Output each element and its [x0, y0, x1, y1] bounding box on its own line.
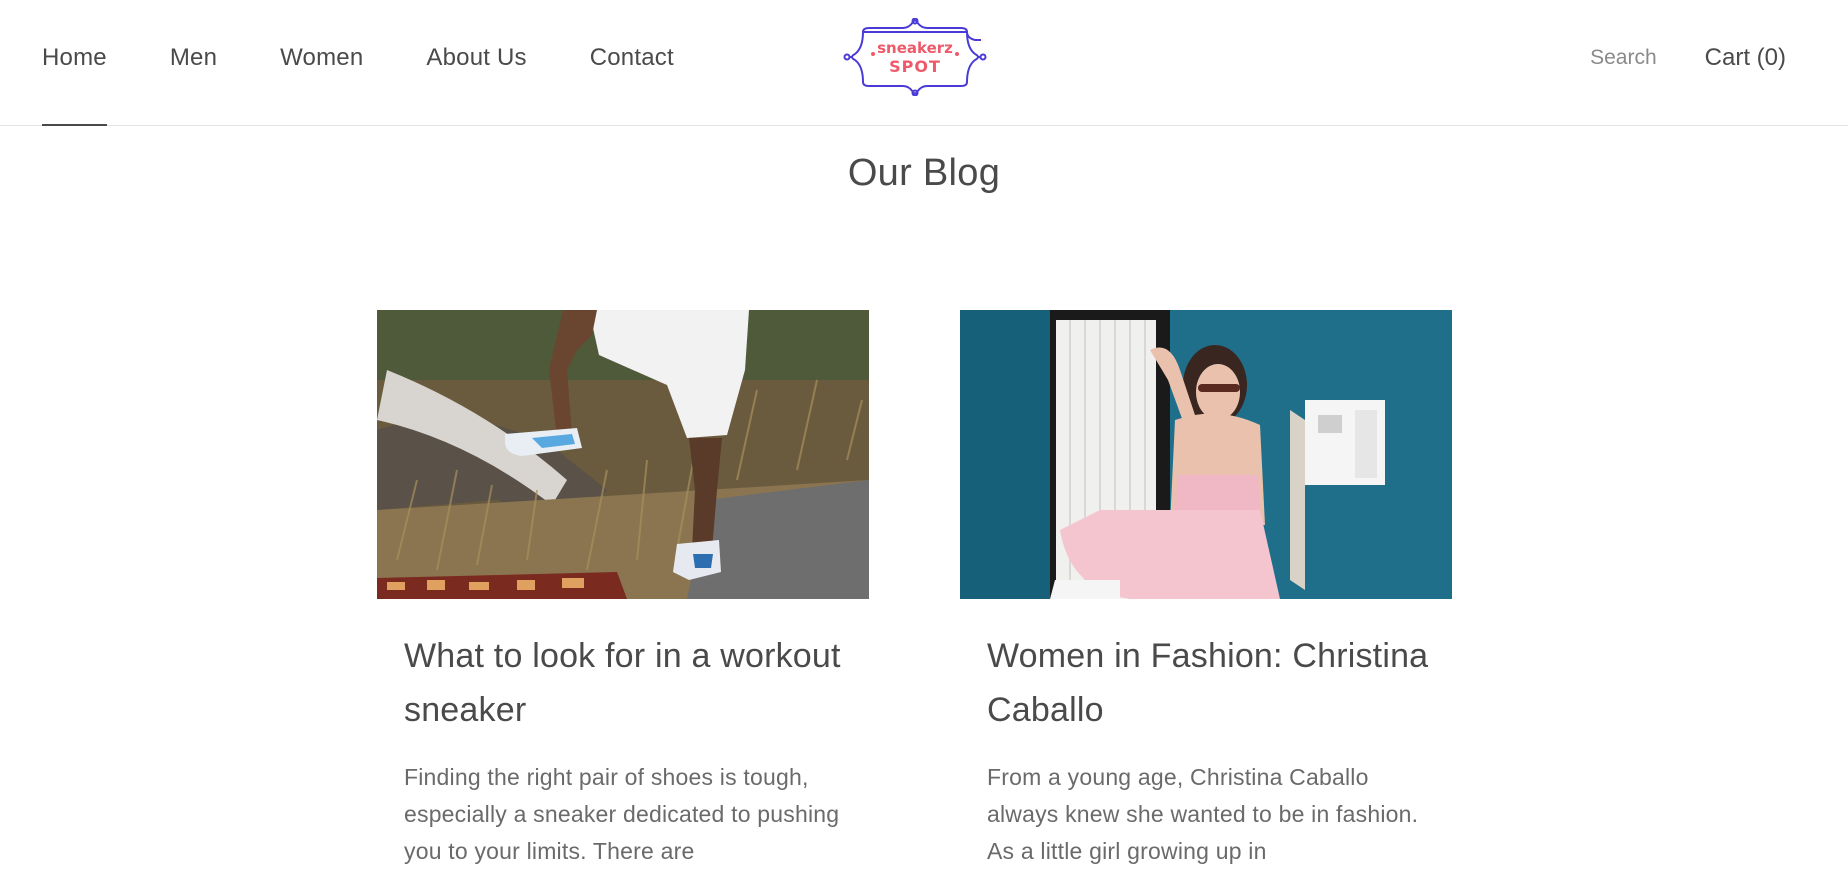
- post-image-link[interactable]: [377, 310, 869, 599]
- site-logo[interactable]: sneakerz SPOT: [843, 17, 987, 97]
- nav-men-link[interactable]: Men: [170, 44, 217, 126]
- blog-post-card: What to look for in a workout sneaker Fi…: [377, 310, 869, 870]
- page-title: Our Blog: [847, 152, 1001, 194]
- post-excerpt: From a young age, Christina Caballo alwa…: [987, 764, 1419, 864]
- nav-contact-link[interactable]: Contact: [590, 44, 674, 126]
- nav-home-link[interactable]: Home: [42, 44, 107, 126]
- christina-caballo-image: [960, 310, 1452, 599]
- logo-line2: SPOT: [889, 57, 941, 76]
- post-excerpt: Finding the right pair of shoes is tough…: [404, 764, 840, 864]
- search-link[interactable]: Search: [1590, 46, 1657, 70]
- post-title[interactable]: What to look for in a workout sneaker: [404, 629, 849, 737]
- nav-women-link[interactable]: Women: [280, 44, 363, 126]
- post-image-link[interactable]: [960, 310, 1452, 599]
- logo-line1: sneakerz: [877, 39, 953, 57]
- post-title[interactable]: Women in Fashion: Christina Caballo: [987, 629, 1432, 737]
- site-header: Home Men Women About Us Contact sneakerz…: [0, 0, 1848, 126]
- cart-link[interactable]: Cart (0): [1705, 44, 1786, 72]
- header-actions: Search Cart (0): [1590, 44, 1786, 72]
- nav-about-link[interactable]: About Us: [426, 44, 526, 126]
- main-nav: Home Men Women About Us Contact: [42, 44, 737, 126]
- blog-post-card: Women in Fashion: Christina Caballo From…: [960, 310, 1452, 870]
- workout-sneaker-image: [377, 310, 869, 599]
